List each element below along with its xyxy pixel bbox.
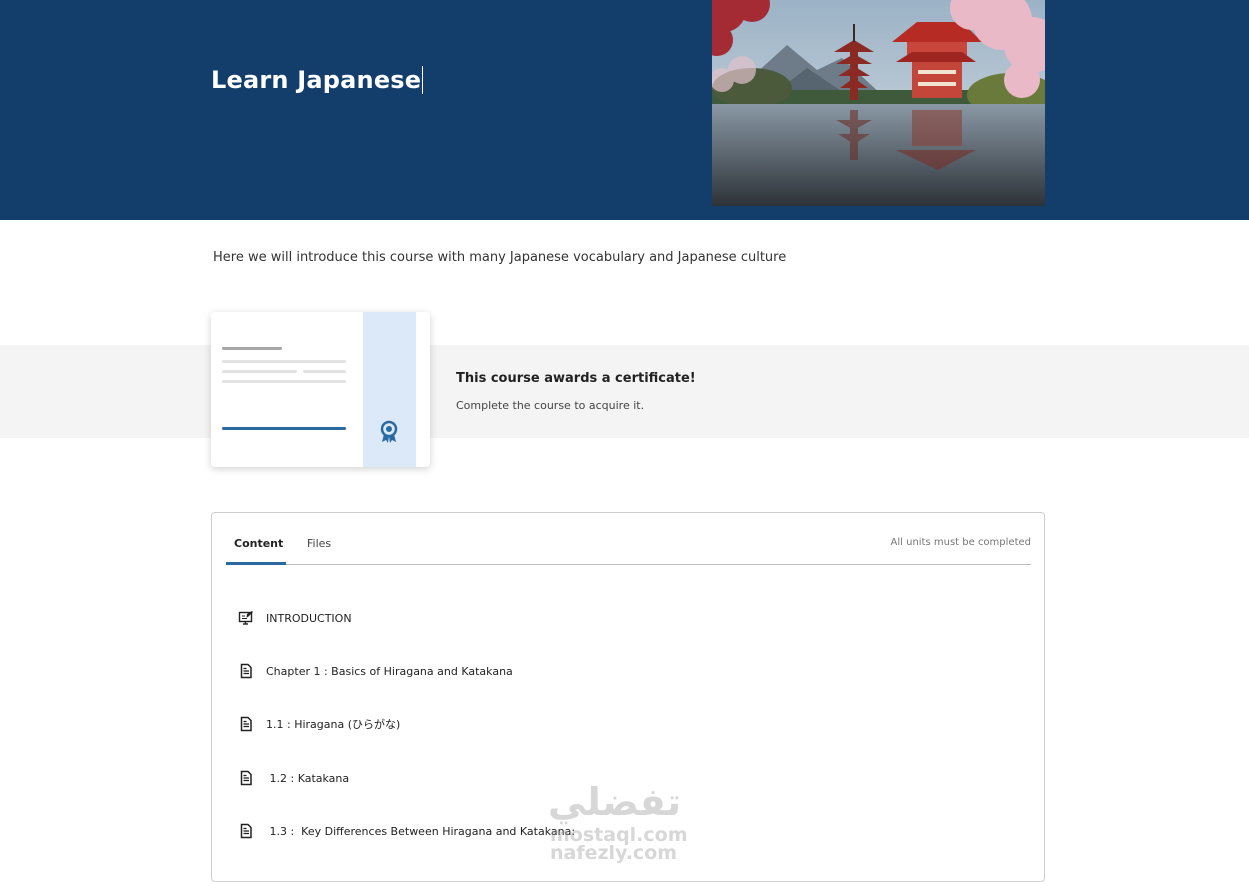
tab-content[interactable]: Content	[234, 537, 283, 550]
document-icon	[238, 716, 254, 732]
certificate-subtitle: Complete the course to acquire it.	[456, 399, 645, 412]
document-icon	[238, 663, 254, 679]
document-icon	[238, 770, 254, 786]
unit-item-introduction[interactable]: INTRODUCTION	[238, 608, 352, 628]
unit-item-1-1-hiragana[interactable]: 1.1 : Hiragana (ひらがな)	[238, 714, 400, 734]
cert-line	[222, 347, 282, 350]
course-title: Learn Japanese	[211, 66, 424, 94]
tab-files[interactable]: Files	[307, 537, 331, 550]
content-tabs: Content Files All units must be complete…	[226, 513, 1031, 565]
monitor-edit-icon	[238, 610, 254, 626]
unit-label: Chapter 1 : Basics of Hiragana and Katak…	[266, 664, 513, 678]
certificate-preview-card	[211, 312, 430, 467]
active-tab-indicator	[226, 562, 286, 565]
document-icon	[238, 823, 254, 839]
unit-item-1-3-key-differences[interactable]: 1.3 : Key Differences Between Hiragana a…	[238, 821, 575, 841]
unit-label: INTRODUCTION	[266, 611, 352, 625]
completion-requirement: All units must be completed	[890, 537, 1031, 548]
certificate-title: This course awards a certificate!	[456, 371, 696, 386]
award-ribbon-icon	[379, 420, 399, 444]
unit-label: 1.2 : Katakana	[266, 771, 350, 785]
course-cover-image	[712, 0, 1045, 206]
cert-line	[222, 370, 297, 373]
cert-line	[222, 360, 346, 363]
course-content-panel: Content Files All units must be complete…	[211, 512, 1045, 882]
unit-label: 1.3 : Key Differences Between Hiragana a…	[266, 824, 576, 838]
course-description: Here we will introduce this course with …	[213, 250, 787, 265]
course-hero-banner: Learn Japanese	[0, 0, 1249, 220]
cert-signature-line	[222, 427, 346, 430]
unit-item-1-2-katakana[interactable]: 1.2 : Katakana	[238, 768, 349, 788]
unit-label: 1.1 : Hiragana (ひらがな)	[266, 718, 401, 731]
cert-line	[222, 380, 346, 383]
unit-item-chapter-1[interactable]: Chapter 1 : Basics of Hiragana and Katak…	[238, 661, 513, 681]
cert-line	[303, 370, 346, 373]
text-caret	[422, 66, 424, 94]
certificate-band	[0, 345, 1249, 438]
